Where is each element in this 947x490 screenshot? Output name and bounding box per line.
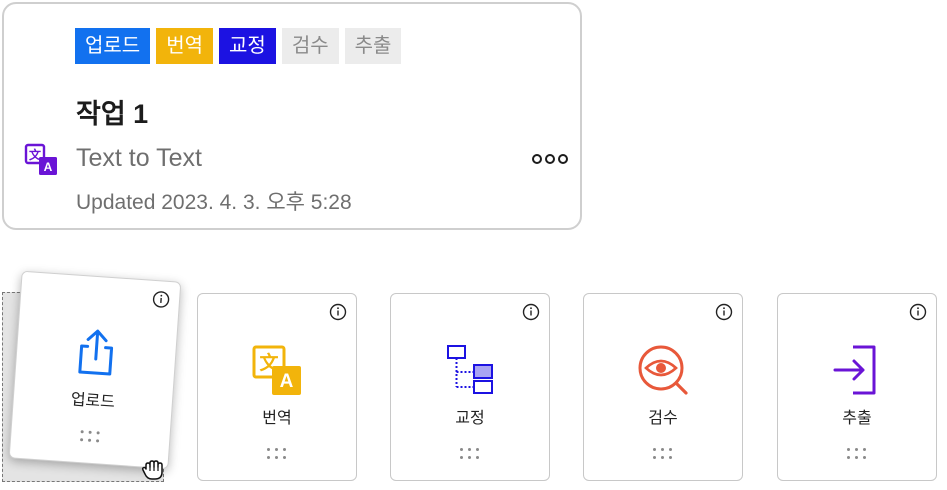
hierarchy-icon — [447, 345, 493, 394]
step-label: 교정 — [455, 410, 485, 427]
more-dot — [532, 154, 542, 164]
drag-handle[interactable] — [77, 428, 104, 446]
step-label: 번역 — [262, 410, 292, 427]
step-tags: 업로드 번역 교정 검수 추출 — [75, 28, 402, 64]
info-icon[interactable] — [909, 303, 927, 321]
translate-icon: 文 A — [24, 143, 57, 175]
step-tile-proofread[interactable]: 교정 — [390, 293, 550, 481]
info-icon[interactable] — [329, 303, 347, 321]
updated-timestamp: Updated 2023. 4. 3. 오후 5:28 — [76, 191, 352, 214]
svg-text:A: A — [280, 371, 294, 392]
step-label: 업로드 — [70, 391, 116, 412]
drag-handle[interactable] — [457, 446, 483, 462]
info-icon[interactable] — [151, 290, 170, 309]
tag-translate: 번역 — [156, 28, 214, 64]
grab-cursor-icon — [141, 460, 163, 480]
tag-proofread: 교정 — [219, 28, 276, 64]
upload-icon — [78, 329, 114, 376]
export-icon — [833, 345, 876, 395]
more-options-button[interactable] — [532, 150, 568, 168]
step-tile-translate[interactable]: 文 A 번역 — [197, 293, 357, 481]
drag-handle[interactable] — [264, 446, 290, 462]
info-icon[interactable] — [522, 303, 540, 321]
job-card[interactable]: 업로드 번역 교정 검수 추출 작업 1 文 A Text to Text Up… — [2, 2, 582, 230]
inspect-icon — [638, 345, 688, 395]
job-type: Text to Text — [76, 144, 202, 172]
tag-extract: 추출 — [344, 28, 402, 64]
drag-handle[interactable] — [650, 446, 676, 462]
more-dot — [545, 154, 555, 164]
drag-handle[interactable] — [844, 446, 870, 462]
info-icon[interactable] — [715, 303, 733, 321]
more-dot — [558, 154, 568, 164]
svg-text:A: A — [44, 160, 53, 174]
step-tile-review[interactable]: 검수 — [583, 293, 743, 481]
tag-upload: 업로드 — [75, 28, 151, 64]
step-label: 검수 — [648, 410, 678, 427]
translate-icon: 文 A — [252, 345, 301, 395]
step-tile-upload[interactable]: 업로드 — [8, 270, 182, 470]
step-label: 추출 — [842, 410, 872, 427]
tag-review: 검수 — [281, 28, 339, 64]
step-tile-extract[interactable]: 추출 — [777, 293, 937, 481]
job-title: 작업 1 — [76, 99, 149, 129]
